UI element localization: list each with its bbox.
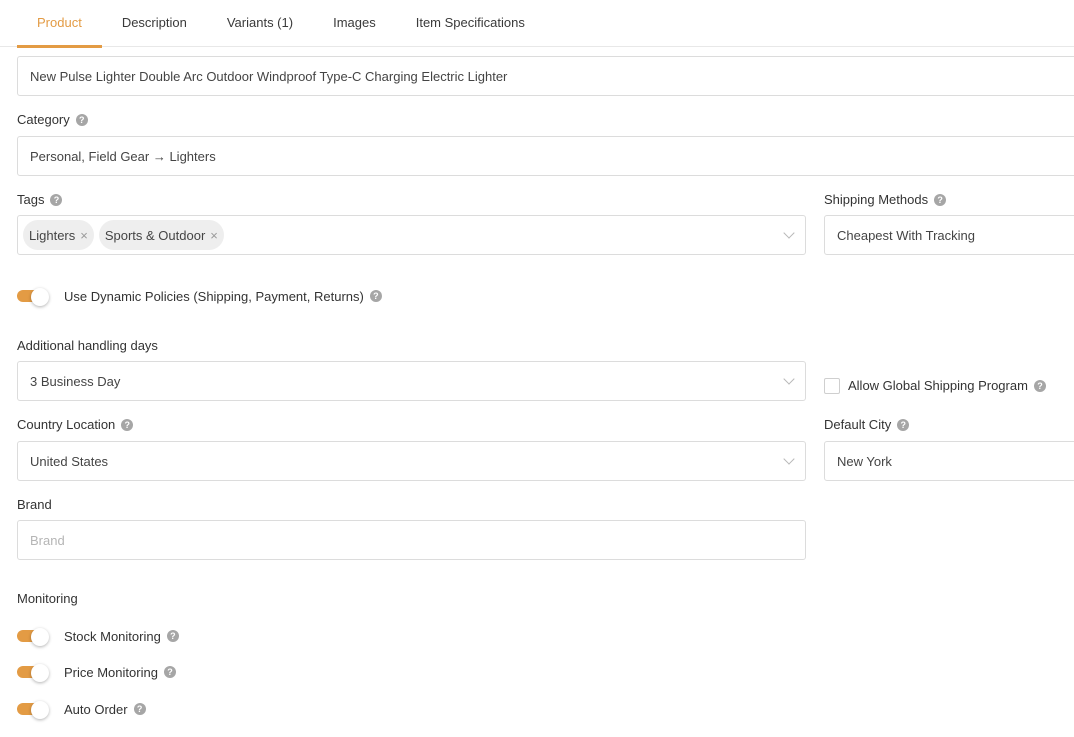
stock-monitoring-label: Stock Monitoring ? — [64, 629, 179, 644]
tags-label-text: Tags — [17, 192, 45, 207]
price-monitoring-row: Price Monitoring ? — [17, 664, 176, 682]
help-icon[interactable]: ? — [166, 630, 179, 642]
chevron-down-icon[interactable] — [783, 453, 795, 465]
tab-images[interactable]: Images — [313, 0, 396, 47]
shipping-methods-select[interactable]: Cheapest With Tracking — [824, 215, 1074, 255]
toggle-knob — [31, 664, 49, 682]
help-icon[interactable]: ? — [1033, 379, 1046, 392]
tags-select[interactable]: Lighters × Sports & Outdoor × — [17, 215, 806, 255]
help-icon[interactable]: ? — [369, 290, 382, 302]
price-monitoring-label-text: Price Monitoring — [64, 664, 158, 680]
handling-days-select[interactable]: 3 Business Day — [17, 361, 806, 401]
chevron-down-icon[interactable] — [783, 227, 795, 239]
brand-label-text: Brand — [17, 497, 52, 512]
brand-input[interactable]: Brand — [17, 520, 806, 560]
toggle-knob — [31, 288, 49, 306]
brand-label: Brand — [17, 497, 52, 512]
auto-order-row: Auto Order ? — [17, 701, 146, 719]
global-shipping-label: Allow Global Shipping Program ? — [848, 378, 1046, 393]
product-title-input[interactable]: New Pulse Lighter Double Arc Outdoor Win… — [17, 56, 1074, 96]
default-city-input[interactable]: New York — [824, 441, 1074, 481]
monitoring-heading-text: Monitoring — [17, 591, 78, 606]
tab-item-specifications[interactable]: Item Specifications — [396, 0, 545, 47]
tab-bar: Product Description Variants (1) Images … — [0, 0, 1074, 48]
tag-chip-label: Lighters — [29, 227, 76, 243]
auto-order-label-text: Auto Order — [64, 701, 128, 717]
tag-chip-label: Sports & Outdoor — [104, 227, 206, 243]
default-city-label: Default City ? — [824, 417, 910, 432]
help-icon[interactable]: ? — [934, 193, 947, 206]
tags-label: Tags ? — [17, 192, 63, 207]
tab-description[interactable]: Description — [102, 0, 207, 47]
stock-monitoring-toggle[interactable] — [17, 628, 49, 646]
toggle-knob — [31, 701, 49, 719]
brand-placeholder: Brand — [30, 532, 65, 548]
dynamic-policies-label-text: Use Dynamic Policies (Shipping, Payment,… — [64, 288, 364, 304]
global-shipping-checkbox[interactable] — [824, 378, 840, 394]
tag-chip: Lighters × — [23, 220, 94, 250]
help-icon[interactable]: ? — [133, 703, 146, 715]
handling-days-value: 3 Business Day — [30, 373, 121, 389]
remove-tag-icon[interactable]: × — [210, 228, 218, 243]
tag-chip: Sports & Outdoor × — [98, 220, 224, 250]
category-label-text: Category — [17, 112, 70, 127]
auto-order-toggle[interactable] — [17, 701, 49, 719]
shipping-methods-label: Shipping Methods ? — [824, 192, 947, 207]
remove-tag-icon[interactable]: × — [80, 228, 88, 243]
auto-order-label: Auto Order ? — [64, 702, 146, 717]
category-value: Personal, Field Gear → Lighters — [30, 148, 216, 164]
help-icon[interactable]: ? — [897, 418, 910, 431]
monitoring-heading: Monitoring — [17, 591, 78, 606]
product-editor: Product Description Variants (1) Images … — [0, 0, 1074, 737]
help-icon[interactable]: ? — [75, 113, 88, 126]
default-city-label-text: Default City — [824, 417, 892, 432]
default-city-value: New York — [837, 453, 892, 469]
handling-days-label-text: Additional handling days — [17, 338, 158, 353]
price-monitoring-label: Price Monitoring ? — [64, 665, 176, 680]
country-location-select[interactable]: United States — [17, 441, 806, 481]
dynamic-policies-toggle[interactable] — [17, 288, 49, 306]
chevron-down-icon[interactable] — [783, 373, 795, 385]
dynamic-policies-row: Use Dynamic Policies (Shipping, Payment,… — [17, 288, 382, 306]
country-location-label-text: Country Location — [17, 417, 116, 432]
country-location-label: Country Location ? — [17, 417, 134, 432]
price-monitoring-toggle[interactable] — [17, 664, 49, 682]
stock-monitoring-row: Stock Monitoring ? — [17, 628, 179, 646]
handling-days-label: Additional handling days — [17, 338, 158, 353]
shipping-methods-value: Cheapest With Tracking — [837, 227, 976, 243]
country-location-value: United States — [30, 453, 109, 469]
tab-product[interactable]: Product — [17, 0, 102, 48]
help-icon[interactable]: ? — [121, 418, 134, 431]
category-input[interactable]: Personal, Field Gear → Lighters — [17, 136, 1074, 176]
help-icon[interactable]: ? — [163, 666, 176, 678]
help-icon[interactable]: ? — [50, 193, 63, 206]
shipping-methods-label-text: Shipping Methods — [824, 192, 929, 207]
stock-monitoring-label-text: Stock Monitoring — [64, 628, 161, 644]
dynamic-policies-label: Use Dynamic Policies (Shipping, Payment,… — [64, 289, 382, 304]
category-label: Category ? — [17, 112, 88, 127]
global-shipping-label-text: Allow Global Shipping Program — [848, 378, 1028, 393]
product-title-value: New Pulse Lighter Double Arc Outdoor Win… — [30, 68, 508, 84]
tab-variants[interactable]: Variants (1) — [207, 0, 313, 47]
toggle-knob — [31, 628, 49, 646]
